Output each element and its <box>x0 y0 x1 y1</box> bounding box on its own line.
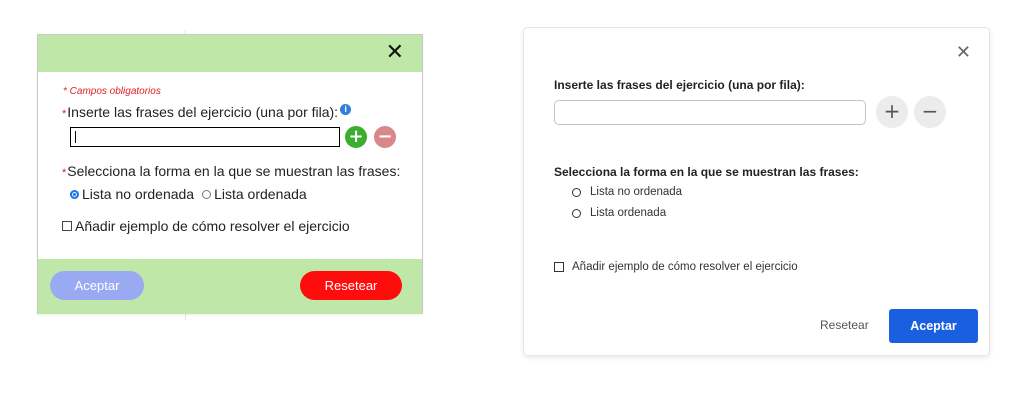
remove-phrase-button[interactable]: − <box>374 126 396 148</box>
reset-button[interactable]: Resetear <box>820 318 869 332</box>
remove-phrase-button[interactable]: − <box>914 96 946 128</box>
new-dialog: ✕ Inserte las frases del ejercicio (una … <box>524 28 989 355</box>
radio-unordered-row[interactable]: Lista no ordenada <box>572 186 682 198</box>
required-star: * <box>62 167 67 179</box>
display-mode-label: *Selecciona la forma en la que se muestr… <box>62 163 400 179</box>
add-phrase-button[interactable]: + <box>876 96 908 128</box>
radio-unordered-label[interactable]: Lista no ordenada <box>590 186 682 198</box>
radio-ordered-row[interactable]: Lista ordenada <box>572 207 666 219</box>
phrase-input[interactable] <box>554 100 866 125</box>
phrases-label: *Inserte las frases del ejercicio (una p… <box>62 104 352 120</box>
radio-ordered-list[interactable] <box>202 189 212 199</box>
reset-button[interactable]: Resetear <box>300 271 402 300</box>
required-star: * <box>62 108 67 120</box>
example-checkbox-label[interactable]: Añadir ejemplo de cómo resolver el ejerc… <box>572 261 798 273</box>
phrase-input[interactable] <box>70 127 340 147</box>
close-icon[interactable]: ✕ <box>386 41 404 65</box>
example-checkbox[interactable] <box>62 221 72 231</box>
text-cursor <box>75 131 76 143</box>
phrases-label: Inserte las frases del ejercicio (una po… <box>554 78 805 92</box>
old-dialog: ✕ * Campos obligatorios *Inserte las fra… <box>37 34 423 314</box>
radio-unordered-label[interactable]: Lista no ordenada <box>82 186 194 202</box>
add-phrase-button[interactable]: + <box>345 126 367 148</box>
accept-button[interactable]: Aceptar <box>889 309 978 343</box>
phrases-label-text: Inserte las frases del ejercicio (una po… <box>67 104 339 120</box>
radio-unordered-list[interactable] <box>70 189 79 199</box>
required-fields-note: * Campos obligatorios <box>63 86 161 97</box>
display-mode-label-text: Selecciona la forma en la que se muestra… <box>67 163 401 179</box>
close-icon[interactable]: ✕ <box>956 42 971 63</box>
radio-ordered-label[interactable]: Lista ordenada <box>214 186 307 202</box>
radio-unordered-list[interactable] <box>572 187 581 197</box>
accept-button[interactable]: Aceptar <box>50 271 144 300</box>
display-mode-radio-group: Lista no ordenada Lista ordenada <box>70 186 307 202</box>
radio-ordered-label[interactable]: Lista ordenada <box>590 207 666 219</box>
display-mode-label: Selecciona la forma en la que se muestra… <box>554 165 859 179</box>
example-checkbox[interactable] <box>554 262 564 272</box>
dialog-footer: Aceptar Resetear <box>38 259 422 314</box>
info-icon[interactable]: i <box>340 104 352 115</box>
example-checkbox-row[interactable]: Añadir ejemplo de cómo resolver el ejerc… <box>554 261 798 273</box>
radio-ordered-list[interactable] <box>572 208 581 218</box>
example-checkbox-label[interactable]: Añadir ejemplo de cómo resolver el ejerc… <box>75 218 350 234</box>
example-checkbox-row[interactable]: Añadir ejemplo de cómo resolver el ejerc… <box>62 218 350 234</box>
dialog-header: ✕ <box>38 35 422 72</box>
